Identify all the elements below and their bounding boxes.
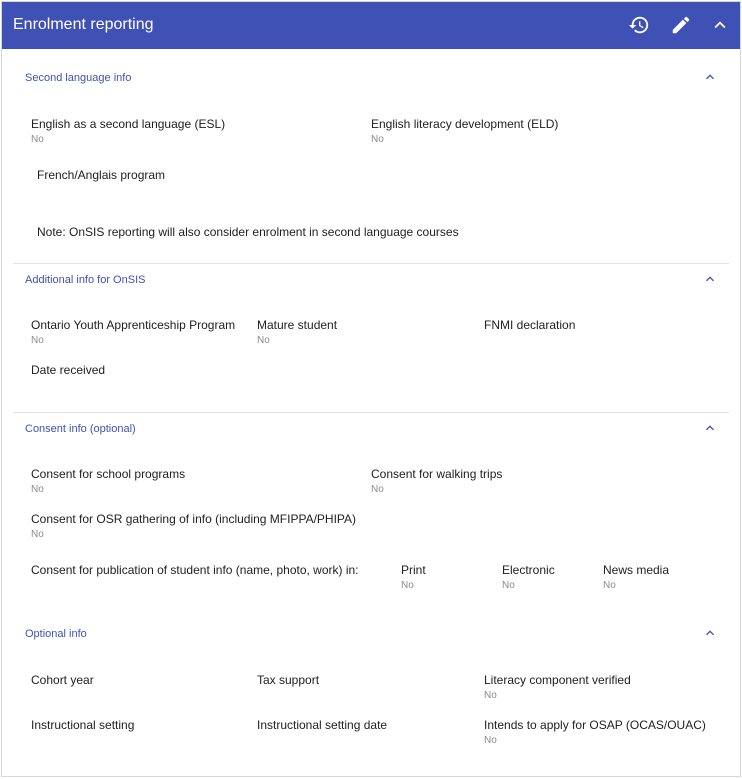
field-label: Ontario Youth Apprenticeship Program <box>31 318 236 332</box>
field-label: Consent for OSR gathering of info (inclu… <box>31 512 357 526</box>
field-consent-publication-label: Consent for publication of student info … <box>31 563 359 577</box>
card-header: Enrolment reporting <box>2 2 740 49</box>
onsis-note: Note: OnSIS reporting will also consider… <box>37 225 459 239</box>
chevron-up-icon[interactable] <box>702 625 718 641</box>
field-label: Electronic <box>502 563 555 577</box>
enrolment-reporting-card: Enrolment reporting Second language info… <box>1 1 741 777</box>
field-value: No <box>484 690 497 701</box>
field-date-received-label: Date received <box>31 363 106 377</box>
edit-icon[interactable] <box>670 14 692 36</box>
field-eld: English literacy development (ELD) No <box>371 117 558 145</box>
field-oyap: Ontario Youth Apprenticeship Program No <box>31 318 235 346</box>
chevron-up-icon[interactable] <box>702 420 718 436</box>
field-value: No <box>484 735 497 746</box>
field-tax-support-label: Tax support <box>257 673 320 687</box>
field-value: No <box>401 580 414 591</box>
field-value: No <box>502 580 515 591</box>
field-label: Mature student <box>257 318 338 332</box>
field-value: No <box>371 484 384 495</box>
field-value: No <box>31 335 44 346</box>
field-mature-student: Mature student No <box>257 318 337 346</box>
field-label: English as a second language (ESL) <box>31 117 226 131</box>
field-publication-news-media: News media No <box>603 563 669 591</box>
field-publication-electronic: Electronic No <box>502 563 555 591</box>
field-value: No <box>31 484 44 495</box>
section-divider <box>13 412 729 413</box>
field-label: Intends to apply for OSAP (OCAS/OUAC) <box>484 718 706 732</box>
field-literacy-component: Literacy component verified No <box>484 673 631 701</box>
field-osap: Intends to apply for OSAP (OCAS/OUAC) No <box>484 718 706 746</box>
section-divider <box>13 263 729 264</box>
field-label: English literacy development (ELD) <box>371 117 559 131</box>
section-title-second-language[interactable]: Second language info <box>25 72 131 84</box>
field-esl: English as a second language (ESL) No <box>31 117 225 145</box>
field-value: No <box>603 580 616 591</box>
field-fnmi-label: FNMI declaration <box>484 318 576 332</box>
field-consent-school-programs: Consent for school programs No <box>31 467 185 495</box>
section-title-optional[interactable]: Optional info <box>25 628 87 640</box>
history-icon[interactable] <box>628 14 650 36</box>
chevron-up-icon[interactable] <box>702 69 718 85</box>
field-consent-osr: Consent for OSR gathering of info (inclu… <box>31 512 356 540</box>
collapse-card-chevron-up-icon[interactable] <box>709 14 731 36</box>
field-publication-print: Print No <box>401 563 426 591</box>
field-label: News media <box>603 563 670 577</box>
card-title: Enrolment reporting <box>13 16 154 33</box>
field-label: Consent for school programs <box>31 467 186 481</box>
field-cohort-year-label: Cohort year <box>31 673 94 687</box>
field-instructional-setting-date-label: Instructional setting date <box>257 718 388 732</box>
field-value: No <box>31 529 44 540</box>
field-french-anglais-label: French/Anglais program <box>37 168 166 182</box>
field-label: Literacy component verified <box>484 673 631 687</box>
field-instructional-setting-label: Instructional setting <box>31 718 135 732</box>
field-value: No <box>371 134 384 145</box>
section-title-consent[interactable]: Consent info (optional) <box>25 423 136 435</box>
field-label: Consent for walking trips <box>371 467 503 481</box>
field-value: No <box>31 134 44 145</box>
field-consent-walking-trips: Consent for walking trips No <box>371 467 502 495</box>
section-title-additional-onsis[interactable]: Additional info for OnSIS <box>25 274 145 286</box>
field-value: No <box>257 335 270 346</box>
field-label: Print <box>401 563 426 577</box>
chevron-up-icon[interactable] <box>702 271 718 287</box>
